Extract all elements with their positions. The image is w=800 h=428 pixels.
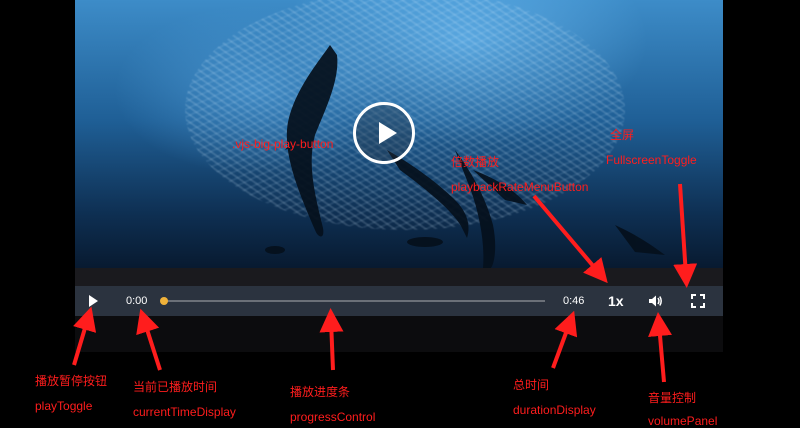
arrow-progress: [319, 308, 344, 371]
arrow-duration: [551, 310, 578, 369]
annotation-arrows: [72, 183, 698, 383]
arrow-current-time: [136, 308, 162, 371]
arrow-play: [72, 306, 97, 366]
arrow-volume: [648, 312, 672, 383]
arrow-fullscreen: [673, 183, 698, 288]
arrow-rate: [532, 194, 608, 284]
